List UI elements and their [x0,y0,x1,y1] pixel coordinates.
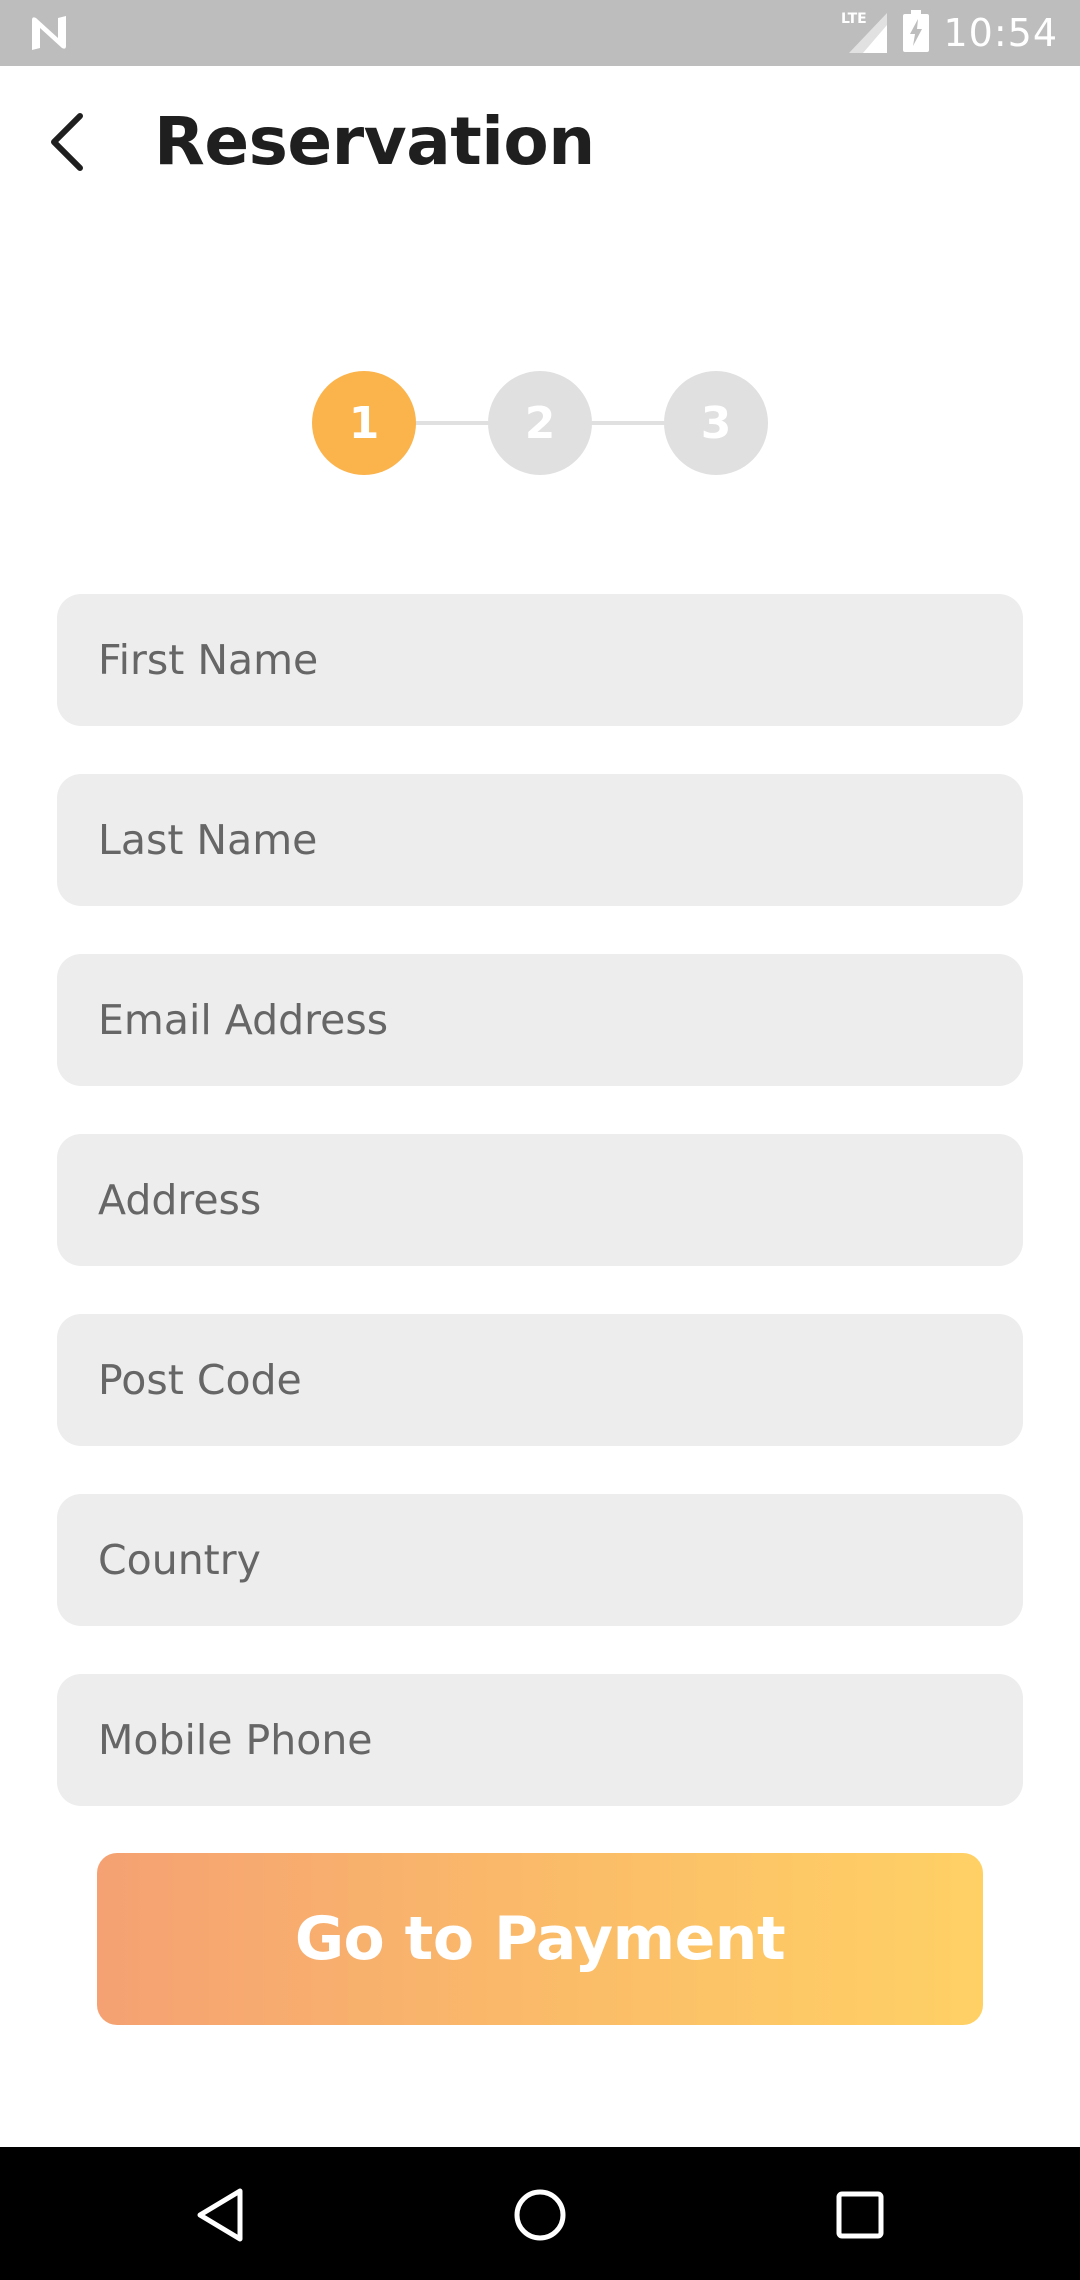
nav-recents-button[interactable] [818,2173,902,2257]
nav-back-button[interactable] [178,2173,262,2257]
country-field[interactable] [57,1494,1023,1626]
back-button[interactable] [28,102,108,182]
step-2-indicator: 2 [488,371,592,475]
mobile-phone-field[interactable] [57,1674,1023,1806]
status-icons: LTE 10:54 [841,0,1058,66]
address-field[interactable] [57,1134,1023,1266]
system-nav-bar [0,2147,1080,2280]
page-title: Reservation [154,103,595,180]
go-to-payment-button[interactable]: Go to Payment [97,1853,983,2025]
reservation-form [57,594,1023,1854]
step-3-indicator: 3 [664,371,768,475]
email-field[interactable] [57,954,1023,1086]
first-name-field[interactable] [57,594,1023,726]
progress-stepper: 1 2 3 [312,371,768,475]
chevron-left-icon [51,113,83,171]
post-code-field[interactable] [57,1314,1023,1446]
nav-home-icon [514,2189,566,2241]
svg-text:LTE: LTE [841,11,867,27]
step-connector [412,421,490,425]
status-time: 10:54 [943,11,1058,55]
status-bar: LTE 10:54 [0,0,1080,66]
last-name-field[interactable] [57,774,1023,906]
nav-recents-icon [836,2191,884,2239]
lte-signal-icon: LTE [841,9,889,57]
nav-home-button[interactable] [498,2173,582,2257]
battery-charging-icon [903,10,930,56]
step-connector [588,421,666,425]
app-bar: Reservation [0,66,1080,222]
notification-n-icon [28,14,70,52]
reservation-screen: LTE 10:54 Reservation 1 2 3 First Name L… [0,0,1080,2280]
nav-back-icon [197,2188,243,2242]
step-1-indicator: 1 [312,371,416,475]
